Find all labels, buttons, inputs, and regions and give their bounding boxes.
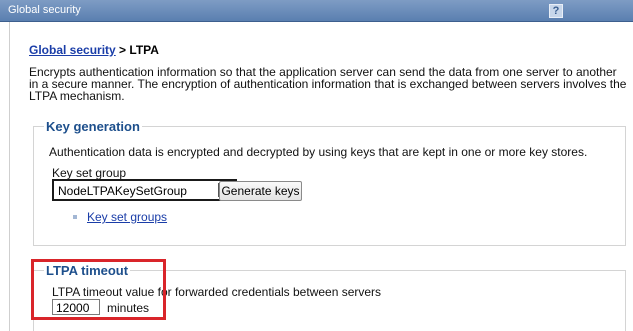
bullet-icon — [73, 215, 77, 219]
key-generation-section: Key generation Authentication data is en… — [33, 119, 626, 246]
page-description: Encrypts authentication information so t… — [29, 65, 627, 103]
generate-keys-button[interactable]: Generate keys — [219, 181, 302, 201]
help-icon[interactable]: ? — [549, 4, 563, 18]
key-set-groups-link[interactable]: Key set groups — [87, 210, 167, 224]
breadcrumb-global-security-link[interactable]: Global security — [29, 43, 116, 57]
breadcrumb-current: LTPA — [129, 43, 159, 57]
key-set-group-label: Key set group — [52, 166, 127, 180]
key-generation-text: Authentication data is encrypted and dec… — [49, 145, 588, 159]
key-generation-legend: Key generation — [44, 119, 142, 134]
key-set-group-value: NodeLTPAKeySetGroup — [58, 184, 187, 198]
breadcrumb-separator: > — [115, 43, 130, 57]
breadcrumb: Global security > LTPA — [29, 43, 159, 57]
window-title: Global security — [8, 4, 81, 16]
window-titlebar: Global security ? — [0, 0, 633, 22]
key-set-group-select[interactable]: NodeLTPAKeySetGroup ▼ — [52, 179, 237, 201]
highlight-box — [31, 259, 166, 320]
